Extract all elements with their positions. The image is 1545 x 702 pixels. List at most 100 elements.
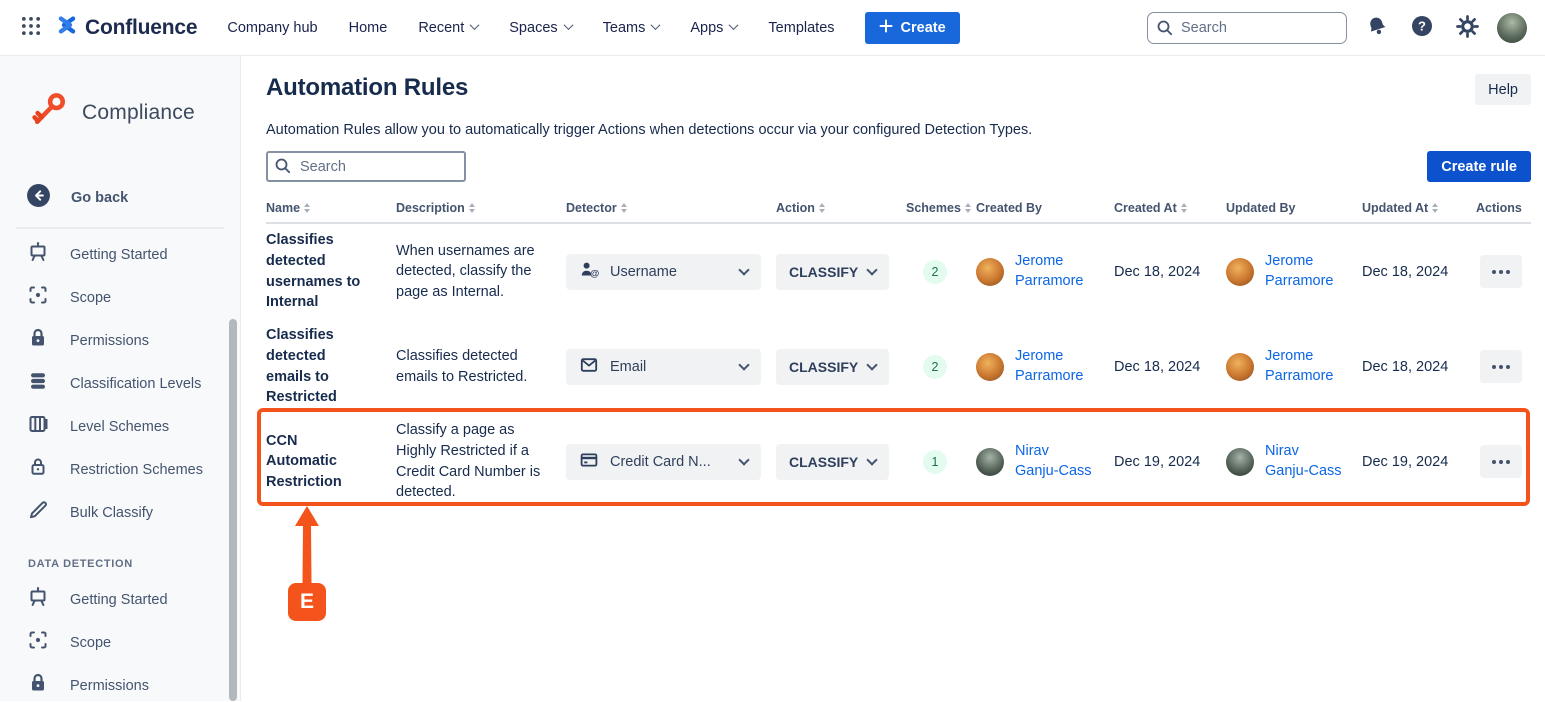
sidebar-item-dd-permissions[interactable]: Permissions (0, 664, 240, 702)
sidebar-item-dd-getting-started[interactable]: Getting Started (0, 578, 240, 621)
gear-icon (1455, 14, 1480, 42)
pencil-icon (26, 498, 50, 527)
nav-item-spaces[interactable]: Spaces (509, 20, 571, 36)
compliance-app-logo: Compliance (28, 88, 240, 137)
global-search (1147, 12, 1347, 44)
detector-dropdown[interactable]: @ Username (566, 254, 761, 290)
help-page-button[interactable]: Help (1475, 74, 1531, 105)
navbar-menu: Company hub Home Recent Spaces Teams App… (227, 20, 834, 36)
confluence-logo[interactable]: Confluence (56, 15, 197, 40)
column-header-detector[interactable]: Detector (566, 201, 776, 215)
sidebar-item-dd-scope[interactable]: Scope (0, 621, 240, 664)
row-actions-button[interactable] (1480, 445, 1522, 478)
user-link[interactable]: Nirav Ganju-Cass (1265, 442, 1343, 481)
page-description: Automation Rules allow you to automatica… (266, 122, 1531, 138)
row-actions-button[interactable] (1480, 350, 1522, 383)
chevron-down-icon (866, 264, 877, 275)
column-header-updated-by: Updated By (1226, 201, 1362, 215)
sidebar-divider (16, 227, 224, 229)
rule-description: When usernames are detected, classify th… (396, 241, 566, 303)
nav-item-apps[interactable]: Apps (690, 20, 737, 36)
column-header-description[interactable]: Description (396, 201, 566, 215)
user-link[interactable]: Nirav Ganju-Cass (1015, 442, 1093, 481)
chevron-down-icon (563, 20, 573, 30)
navbar-right: ? (1147, 12, 1527, 44)
user-link[interactable]: Jerome Parramore (1015, 252, 1093, 291)
chevron-down-icon (738, 454, 749, 465)
table-row: Classifies detected usernames to Interna… (266, 224, 1531, 319)
sidebar-item-permissions[interactable]: Permissions (0, 319, 240, 362)
rules-search-input[interactable] (266, 151, 466, 182)
user-link[interactable]: Jerome Parramore (1265, 347, 1343, 386)
nav-item-company-hub[interactable]: Company hub (227, 20, 317, 36)
notifications-button[interactable] (1362, 13, 1392, 43)
action-dropdown[interactable]: CLASSIFY (776, 254, 889, 290)
avatar (976, 258, 1004, 286)
detector-dropdown[interactable]: Email (566, 349, 761, 385)
user-avatar[interactable] (1497, 13, 1527, 43)
updated-at: Dec 18, 2024 (1362, 264, 1476, 280)
created-at: Dec 18, 2024 (1114, 359, 1226, 375)
settings-button[interactable] (1452, 13, 1482, 43)
sidebar-scrollbar[interactable] (229, 319, 237, 701)
action-dropdown[interactable]: CLASSIFY (776, 349, 889, 385)
avatar (1226, 258, 1254, 286)
table-body: Classifies detected usernames to Interna… (266, 224, 1531, 509)
create-button[interactable]: Create (865, 12, 960, 44)
sidebar-item-restriction-schemes[interactable]: Restriction Schemes (0, 448, 240, 491)
global-search-input[interactable] (1147, 12, 1347, 44)
sidebar-item-classification-levels[interactable]: Classification Levels (0, 362, 240, 405)
chevron-down-icon (866, 454, 877, 465)
user-link[interactable]: Jerome Parramore (1265, 252, 1343, 291)
table-row: Classifies detected emails to Restricted… (266, 319, 1531, 414)
key-icon (28, 88, 70, 137)
column-header-name[interactable]: Name (266, 201, 396, 215)
nav-item-teams[interactable]: Teams (603, 20, 660, 36)
nav-item-home[interactable]: Home (349, 20, 388, 36)
apps-grid-icon (20, 15, 42, 40)
chevron-down-icon (729, 20, 739, 30)
plus-icon (879, 19, 893, 37)
search-icon (274, 157, 292, 175)
compliance-sidebar: Compliance Go back Getting Started (0, 56, 241, 701)
rule-name: CCN Automatic Restriction (266, 431, 396, 493)
avatar (1226, 448, 1254, 476)
chevron-down-icon (738, 264, 749, 275)
column-header-action[interactable]: Action (776, 201, 906, 215)
table-header: Name Description Detector Action Schemes… (266, 201, 1531, 224)
back-arrow-icon (26, 183, 51, 213)
sort-icon (304, 203, 310, 213)
sidebar-item-level-schemes[interactable]: Level Schemes (0, 405, 240, 448)
go-back-button[interactable]: Go back (26, 183, 240, 213)
detector-dropdown[interactable]: Credit Card N... (566, 444, 761, 480)
layers-icon (26, 369, 50, 398)
user-link[interactable]: Jerome Parramore (1015, 347, 1093, 386)
nav-item-templates[interactable]: Templates (768, 20, 834, 36)
create-rule-button[interactable]: Create rule (1427, 151, 1531, 182)
action-dropdown[interactable]: CLASSIFY (776, 444, 889, 480)
help-circle-icon: ? (1409, 13, 1435, 42)
help-button[interactable]: ? (1407, 13, 1437, 43)
column-header-schemes[interactable]: Schemes (906, 201, 976, 215)
updated-at: Dec 19, 2024 (1362, 454, 1476, 470)
column-header-updated-at[interactable]: Updated At (1362, 201, 1476, 215)
lock-icon (26, 326, 50, 355)
rule-name: Classifies detected emails to Restricted (266, 325, 396, 407)
sort-icon (965, 203, 971, 213)
sidebar-item-bulk-classify[interactable]: Bulk Classify (0, 491, 240, 534)
main-content: Automation Rules Help Automation Rules a… (241, 56, 1545, 701)
apps-grid-button[interactable] (14, 11, 48, 45)
sidebar-item-getting-started[interactable]: Getting Started (0, 233, 240, 276)
product-name: Confluence (85, 16, 197, 40)
confluence-mark-icon (56, 15, 78, 40)
column-header-created-at[interactable]: Created At (1114, 201, 1226, 215)
sidebar-item-scope[interactable]: Scope (0, 276, 240, 319)
rules-search (266, 151, 466, 182)
username-icon: @ (579, 260, 599, 283)
schemes-count-badge: 2 (923, 260, 947, 284)
scope-icon (26, 628, 50, 657)
nav-item-recent[interactable]: Recent (418, 20, 478, 36)
columns-icon (26, 412, 50, 441)
row-actions-button[interactable] (1480, 255, 1522, 288)
top-navbar: Confluence Company hub Home Recent Space… (0, 0, 1545, 56)
